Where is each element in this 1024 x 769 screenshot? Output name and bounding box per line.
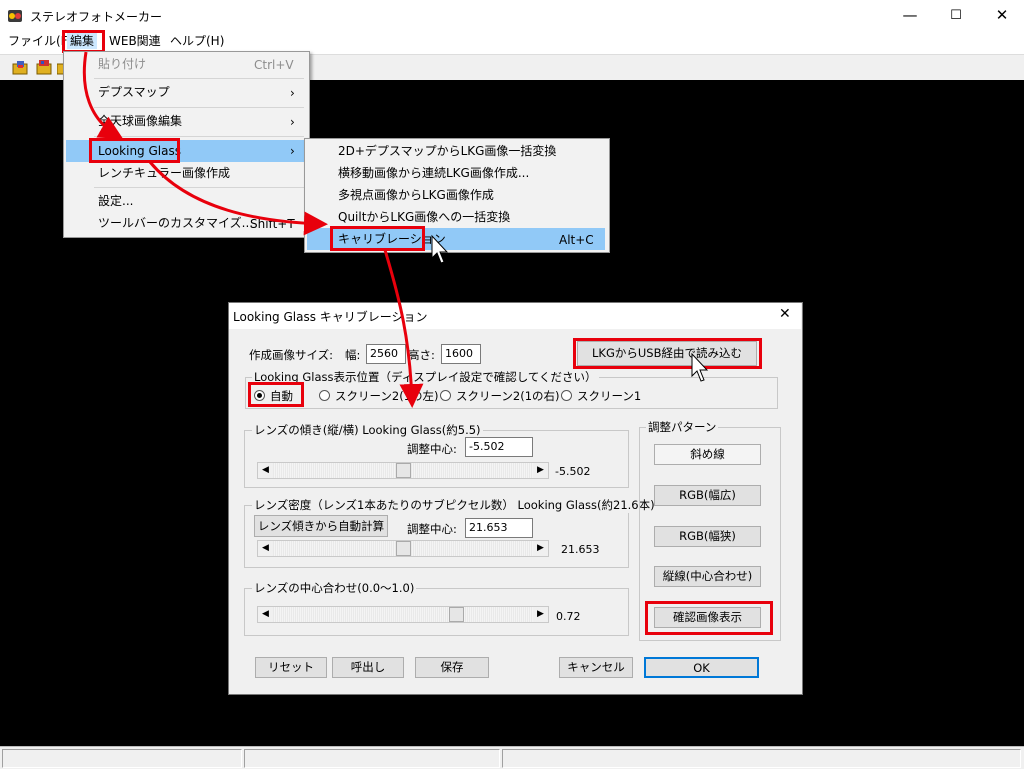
- mouse-cursor-icon: [431, 234, 449, 264]
- annotation-arrow-1: [82, 51, 124, 139]
- mouse-cursor-icon: [691, 352, 709, 382]
- annotation-overlay: [82, 51, 709, 408]
- annotation-arrow-3: [383, 249, 424, 408]
- annotation-arrow-2: [148, 161, 328, 236]
